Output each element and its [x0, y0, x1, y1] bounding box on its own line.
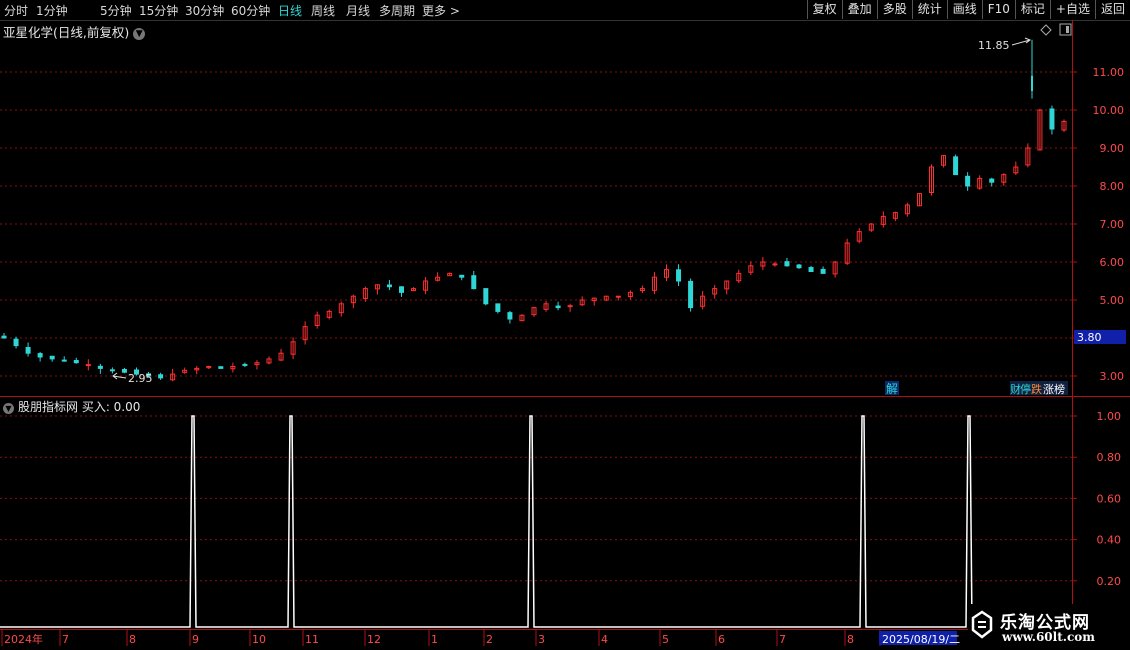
candle-body — [483, 288, 489, 305]
candle-body — [796, 264, 802, 269]
candlestick-series — [1, 39, 1067, 382]
buy-signal-line — [0, 415, 1072, 628]
high-arrow-icon — [1011, 37, 1032, 46]
time-axis-label: 9 — [192, 633, 199, 646]
candle-body — [97, 365, 103, 369]
candle-body — [399, 286, 404, 293]
time-axis-label: 8 — [847, 633, 854, 646]
candle-body — [459, 274, 465, 278]
low-arrow-icon — [112, 372, 127, 380]
indicator-title[interactable]: ▼ 股朋指标网 买入: 0.00 — [3, 398, 140, 415]
event-badge-jie-label: 解 — [886, 382, 898, 396]
chevron-down-icon[interactable]: ▼ — [133, 28, 146, 40]
candle-body — [808, 267, 814, 272]
chart-title-text: 亚星化学(日线,前复权) — [3, 25, 130, 40]
time-axis-label: 12 — [367, 633, 381, 646]
indicator-grid — [0, 415, 1072, 582]
watermark-line2: www.60lt.com — [1002, 630, 1095, 644]
candle-body — [555, 305, 561, 309]
kline-chart-canvas[interactable]: 3.004.005.006.007.008.009.0010.0011.00 0… — [0, 0, 1130, 650]
current-price-label: 3.80 — [1077, 331, 1102, 344]
candle-body — [953, 156, 959, 176]
time-axis-label: 1 — [431, 633, 438, 646]
high-price-label: 11.85 — [978, 39, 1010, 52]
candle-body — [109, 369, 115, 372]
indicator-tick-label: 0.20 — [1097, 575, 1122, 588]
time-axis-label: 4 — [601, 633, 608, 646]
candle-body — [784, 261, 790, 267]
candle-body — [567, 305, 573, 308]
low-price-label: 2.95 — [128, 372, 153, 385]
candle-body — [13, 338, 19, 347]
candle-body — [507, 312, 513, 320]
panel-toggle-icon[interactable] — [1059, 23, 1072, 36]
candle-body — [1, 335, 7, 339]
indicator-tick-label: 0.60 — [1097, 492, 1122, 505]
time-axis-label: 10 — [252, 633, 266, 646]
time-axis-label: 6 — [718, 633, 725, 646]
candle-body — [386, 284, 392, 288]
price-tick-label: 8.00 — [1100, 180, 1125, 193]
candle-body — [85, 364, 91, 367]
candle-body — [73, 360, 79, 364]
time-axis-label: 2024年 — [4, 632, 43, 646]
buy-signal-series — [0, 415, 1072, 628]
candle-body — [772, 263, 778, 266]
chart-title[interactable]: 亚星化学(日线,前复权) ▼ — [3, 22, 146, 41]
diamond-icon[interactable] — [1040, 24, 1052, 36]
candle-body — [676, 269, 682, 282]
indicator-title-text: 股朋指标网 买入: 0.00 — [18, 400, 141, 414]
time-axis-label: 8 — [129, 633, 136, 646]
candle-body — [121, 369, 127, 373]
indicator-axis: 0.20 0.40 0.60 0.80 1.00 — [1072, 410, 1121, 588]
indicator-tick-label: 0.40 — [1097, 534, 1122, 547]
candle-body — [37, 353, 43, 358]
time-axis-label: 7 — [779, 633, 786, 646]
time-axis-label: 2025/08/19/二 — [882, 633, 960, 646]
time-axis-label: 3 — [538, 633, 545, 646]
price-tick-label: 5.00 — [1100, 294, 1125, 307]
candle-body — [1049, 108, 1055, 130]
price-grid — [0, 71, 1072, 377]
chevron-down-icon[interactable]: ▼ — [3, 403, 14, 414]
indicator-tick-label: 1.00 — [1097, 410, 1122, 423]
price-tick-label: 9.00 — [1100, 142, 1125, 155]
price-tick-label: 10.00 — [1093, 104, 1125, 117]
watermark-logo: 乐淘公式网 www.60lt.com — [968, 604, 1130, 650]
candle-body — [989, 178, 995, 183]
price-tick-label: 7.00 — [1100, 218, 1125, 231]
candle-body — [49, 355, 55, 360]
time-axis-label: 2 — [486, 633, 493, 646]
event-badge-die: 跌 — [1031, 382, 1042, 396]
candle-body — [688, 280, 694, 309]
logo-icon — [971, 610, 993, 639]
indicator-tick-label: 0.80 — [1097, 451, 1122, 464]
candle-body — [242, 363, 248, 366]
price-tick-label: 11.00 — [1093, 66, 1125, 79]
time-axis-label: 5 — [662, 633, 669, 646]
event-badge-zhangbang: 涨榜 — [1043, 382, 1065, 396]
event-badge-ting: 停 — [1020, 382, 1031, 396]
time-axis-label: 11 — [305, 633, 319, 646]
candle-body — [965, 175, 971, 187]
candle-body — [25, 347, 31, 354]
candle-body — [158, 374, 164, 379]
candle-body — [61, 359, 67, 362]
price-tick-label: 3.00 — [1100, 370, 1125, 383]
candle-body — [495, 303, 501, 312]
candle-body — [218, 366, 224, 369]
candle-body — [471, 275, 477, 290]
candle-body — [820, 268, 826, 274]
time-axis: 2024年789101112123456782025/08/19/二1 — [1, 630, 981, 646]
candle-body — [615, 295, 621, 298]
time-axis-label: 7 — [62, 633, 69, 646]
price-tick-label: 6.00 — [1100, 256, 1125, 269]
